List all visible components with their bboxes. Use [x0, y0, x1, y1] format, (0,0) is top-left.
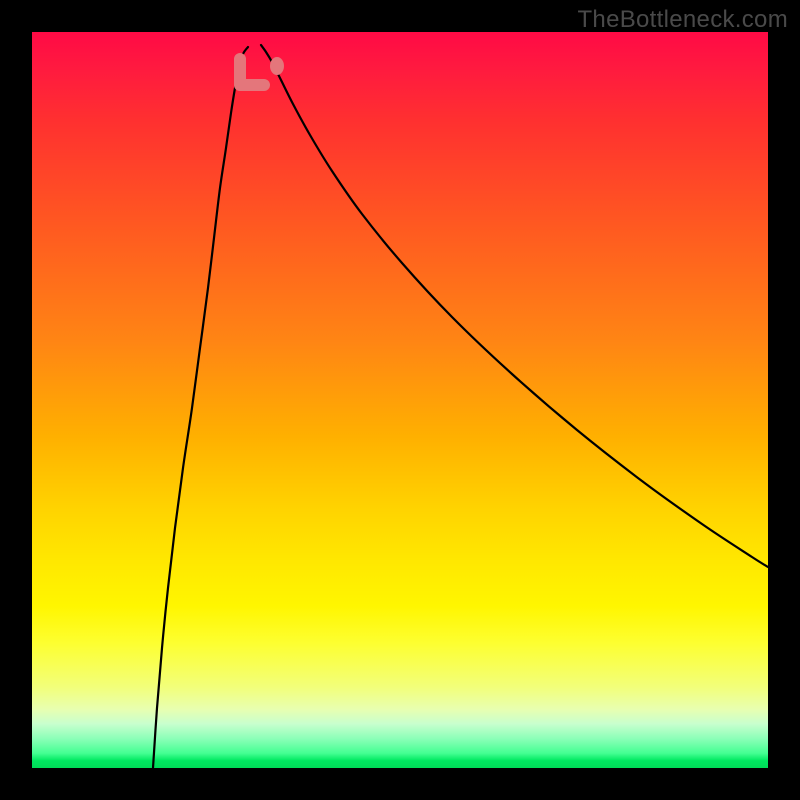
outer-frame: TheBottleneck.com — [0, 0, 800, 800]
left-curve — [153, 47, 248, 768]
curves-layer — [32, 32, 768, 768]
right-curve — [261, 45, 768, 567]
watermark-text: TheBottleneck.com — [577, 6, 788, 34]
pink-L-marker — [240, 59, 264, 85]
pink-dot-marker — [270, 57, 284, 75]
plot-area — [32, 32, 768, 768]
